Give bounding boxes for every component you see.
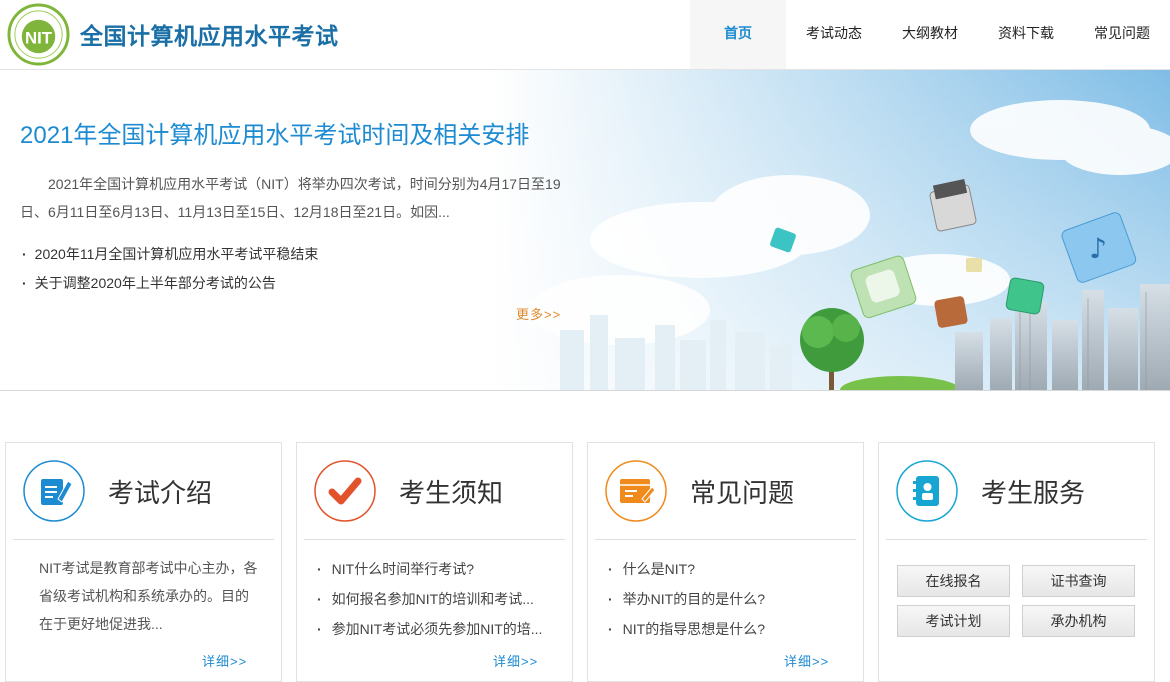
nav-exam-news[interactable]: 考试动态: [786, 0, 882, 69]
list-item[interactable]: NIT什么时间举行考试?: [317, 554, 542, 584]
more-link[interactable]: 更多>>: [516, 304, 561, 323]
contact-book-icon: [896, 460, 958, 522]
card-candidate-notice: 考生须知 NIT什么时间举行考试? 如何报名参加NIT的培训和考试... 参加N…: [296, 442, 573, 682]
svg-text:NIT: NIT: [25, 28, 53, 47]
detail-link[interactable]: 详细>>: [784, 651, 829, 670]
list-item[interactable]: NIT的指导思想是什么?: [608, 614, 765, 644]
hero-banner: ♪ 2021年全国计算机应用水平考试时间及相关安排 2021年全国计算机应用水平…: [0, 70, 1170, 391]
host-organization-button[interactable]: 承办机构: [1022, 605, 1135, 637]
banner-news-list: 2020年11月全国计算机应用水平考试平稳结束 关于调整2020年上半年部分考试…: [22, 240, 319, 298]
card-header: 考生须知: [297, 443, 572, 539]
browser-edit-icon: [605, 460, 667, 522]
news-item[interactable]: 关于调整2020年上半年部分考试的公告: [22, 269, 318, 298]
main-nav: 首页 考试动态 大纲教材 资料下载 常见问题: [690, 0, 1170, 69]
card-list: NIT什么时间举行考试? 如何报名参加NIT的培训和考试... 参加NIT考试必…: [317, 554, 543, 644]
list-item[interactable]: 参加NIT考试必须先参加NIT的培...: [317, 614, 543, 644]
card-header: 考试介绍: [6, 443, 281, 539]
card-list: 什么是NIT? 举办NIT的目的是什么? NIT的指导思想是什么?: [608, 554, 765, 644]
list-item[interactable]: 什么是NIT?: [608, 554, 765, 584]
divider: [304, 539, 565, 540]
nav-faq[interactable]: 常见问题: [1074, 0, 1170, 69]
card-title[interactable]: 考生须知: [399, 473, 503, 510]
svg-text:♪: ♪: [1089, 232, 1107, 265]
nav-syllabus[interactable]: 大纲教材: [882, 0, 978, 69]
card-faq: 常见问题 什么是NIT? 举办NIT的目的是什么? NIT的指导思想是什么? 详…: [587, 442, 864, 682]
site-title[interactable]: 全国计算机应用水平考试: [80, 17, 339, 51]
divider: [13, 539, 274, 540]
card-candidate-services: 考生服务 在线报名 证书查询 考试计划 承办机构: [878, 442, 1155, 682]
nav-home[interactable]: 首页: [690, 0, 786, 69]
checkmark-icon: [314, 460, 376, 522]
card-header: 常见问题: [588, 443, 863, 539]
news-item[interactable]: 2020年11月全国计算机应用水平考试平稳结束: [22, 240, 319, 269]
card-text: NIT考试是教育部考试中心主办，各省级考试机构和系统承办的。目的在于更好地促进我…: [39, 560, 258, 632]
card-title[interactable]: 考生服务: [981, 473, 1085, 510]
banner-description: 2021年全国计算机应用水平考试（NIT）将举办四次考试，时间分别为4月17日至…: [20, 176, 561, 220]
nit-logo[interactable]: NIT: [7, 3, 70, 66]
detail-link[interactable]: 详细>>: [493, 651, 538, 670]
online-registration-button[interactable]: 在线报名: [897, 565, 1010, 597]
detail-link[interactable]: 详细>>: [202, 651, 247, 670]
list-item[interactable]: 举办NIT的目的是什么?: [608, 584, 765, 614]
certificate-query-button[interactable]: 证书查询: [1022, 565, 1135, 597]
card-header: 考生服务: [879, 443, 1154, 539]
card-exam-intro: 考试介绍 NIT考试是教育部考试中心主办，各省级考试机构和系统承办的。目的在于更…: [5, 442, 282, 682]
exam-plan-button[interactable]: 考试计划: [897, 605, 1010, 637]
card-title[interactable]: 考试介绍: [108, 473, 212, 510]
card-title[interactable]: 常见问题: [690, 473, 794, 510]
nav-downloads[interactable]: 资料下载: [978, 0, 1074, 69]
document-edit-icon: [23, 460, 85, 522]
banner-headline[interactable]: 2021年全国计算机应用水平考试时间及相关安排: [20, 115, 529, 150]
divider: [886, 539, 1147, 540]
site-header: NIT 全国计算机应用水平考试 首页 考试动态 大纲教材 资料下载 常见问题: [0, 0, 1170, 70]
divider: [595, 539, 856, 540]
list-item[interactable]: 如何报名参加NIT的培训和考试...: [317, 584, 542, 614]
